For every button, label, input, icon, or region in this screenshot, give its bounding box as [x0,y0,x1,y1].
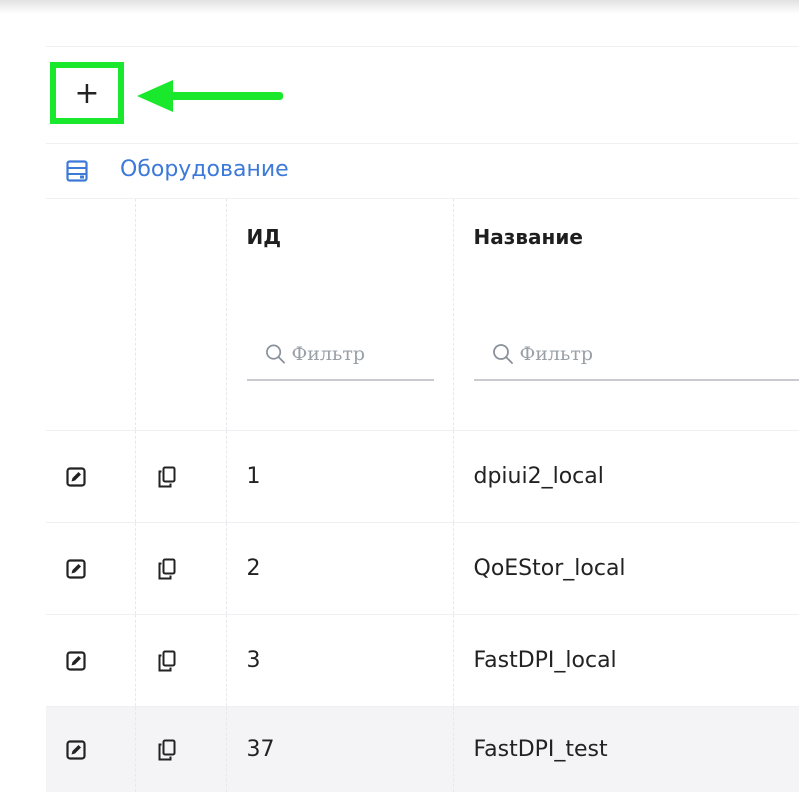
copy-cell [135,431,226,523]
edit-icon[interactable] [66,740,86,760]
copy-cell [135,523,226,615]
toolbar: + [46,47,799,144]
equipment-panel: + Оборудование ИД [46,46,799,748]
copy-icon[interactable] [158,739,176,761]
name-filter [474,329,799,381]
id-filter [247,329,434,381]
row-id: 37 [226,707,453,792]
copy-cell [135,707,226,792]
row-name: dpiui2_local [453,431,799,523]
table-row[interactable]: 2 QoEStor_local [46,523,799,615]
arrow-left-icon [137,79,287,113]
copy-icon[interactable] [158,466,176,488]
table-row[interactable]: 3 FastDPI_local [46,615,799,707]
column-header-name[interactable]: Название [474,225,583,249]
edit-cell [46,523,135,615]
table-row[interactable]: 37 FastDPI_test [46,707,799,792]
header-name-column: Название [453,199,799,431]
row-id: 3 [226,615,453,707]
column-header-id[interactable]: ИД [247,225,282,249]
header-id-column: ИД [226,199,453,431]
name-filter-input[interactable] [518,342,782,366]
copy-cell [135,615,226,707]
server-icon [66,160,88,182]
row-name: FastDPI_local [453,615,799,707]
row-id: 1 [226,431,453,523]
id-filter-input[interactable] [290,342,434,366]
row-id: 2 [226,523,453,615]
header-copy-column [135,199,226,431]
section-header: Оборудование [46,144,799,199]
edit-icon[interactable] [66,467,86,487]
edit-cell [46,707,135,792]
row-name: FastDPI_test [453,707,799,792]
top-shadow [0,0,799,14]
edit-icon[interactable] [66,651,86,671]
equipment-table: ИД Название [46,199,799,792]
search-icon [492,343,514,365]
search-icon [265,343,286,365]
add-button[interactable]: + [50,62,124,124]
table-row[interactable]: 1 dpiui2_local [46,431,799,523]
table-header-row: ИД Название [46,199,799,431]
row-name: QoEStor_local [453,523,799,615]
add-button-label: + [74,76,99,111]
copy-icon[interactable] [158,558,176,580]
copy-icon[interactable] [158,650,176,672]
edit-cell [46,431,135,523]
edit-cell [46,615,135,707]
edit-icon[interactable] [66,559,86,579]
header-edit-column [46,199,135,431]
section-title: Оборудование [120,157,289,182]
